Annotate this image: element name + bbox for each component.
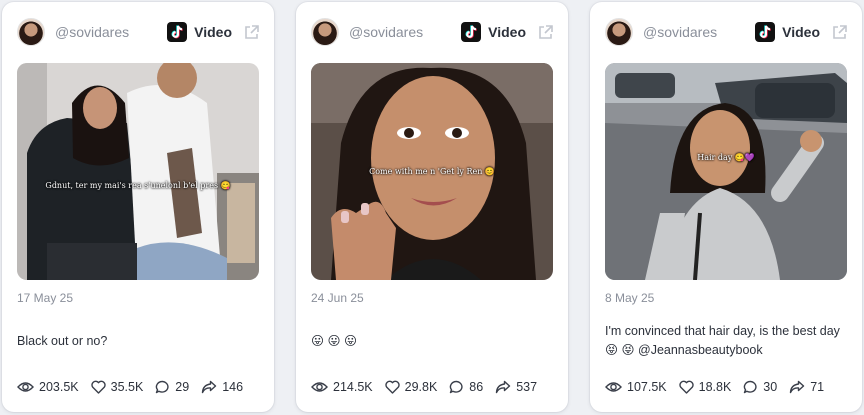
tiktok-icon [755, 22, 776, 42]
views-stat: 107.5K [605, 380, 667, 394]
video-text-overlay: Come with me n 'Get ly Ren 😊 [369, 167, 495, 176]
post-date: 24 Jun 25 [311, 291, 364, 305]
comment-icon [450, 380, 463, 394]
comment-icon [156, 380, 169, 394]
comments-count: 86 [469, 380, 484, 394]
external-link-icon[interactable] [536, 23, 554, 41]
shares-count: 71 [810, 380, 825, 394]
eye-icon [17, 382, 34, 392]
likes-stat: 18.8K [678, 380, 732, 394]
heart-icon [90, 380, 106, 394]
avatar[interactable] [17, 18, 45, 46]
post-card[interactable]: @sovidares Video Hair day 😋💜 8 May 25 I' [590, 2, 862, 412]
comment-icon [744, 380, 757, 394]
card-header: @sovidares Video [17, 17, 260, 47]
likes-stat: 35.5K [90, 380, 144, 394]
shares-stat: 146 [201, 380, 243, 394]
views-stat: 214.5K [311, 380, 373, 394]
share-icon [202, 380, 217, 394]
shares-stat: 537 [495, 380, 537, 394]
tiktok-icon [167, 22, 188, 42]
post-caption: I'm convinced that hair day, is the best… [605, 324, 840, 357]
post-stats: 107.5K 18.8K 30 71 [605, 378, 836, 396]
likes-count: 29.8K [404, 380, 438, 394]
video-text-overlay: Gdnut, ter my mai's rea s'unelonl b'el p… [45, 181, 231, 190]
views-stat: 203.5K [17, 380, 79, 394]
heart-icon [678, 380, 694, 394]
post-date: 17 May 25 [17, 291, 74, 305]
platform-label: Video [782, 24, 820, 40]
post-caption: Black out or no? [17, 334, 108, 348]
video-thumbnail[interactable]: Come with me n 'Get ly Ren 😊 [311, 63, 553, 280]
post-card[interactable]: @sovidares Video Come with me n 'Get ly … [296, 2, 568, 412]
shares-count: 537 [516, 380, 538, 394]
likes-stat: 29.8K [384, 380, 438, 394]
card-header: @sovidares Video [605, 17, 848, 47]
video-thumbnail[interactable]: Hair day 😋💜 [605, 63, 847, 280]
post-card[interactable]: @sovidares Video Gdnut, ter my mai's rea… [2, 2, 274, 412]
thumbnail-image [17, 63, 259, 280]
avatar[interactable] [311, 18, 339, 46]
eye-icon [311, 382, 328, 392]
comments-count: 30 [763, 380, 778, 394]
video-thumbnail[interactable]: Gdnut, ter my mai's rea s'unelonl b'el p… [17, 63, 259, 280]
author-handle[interactable]: @sovidares [55, 24, 167, 40]
post-caption: 😛 😛 😛 [311, 334, 358, 348]
external-link-icon[interactable] [830, 23, 848, 41]
video-text-overlay: Hair day 😋💜 [697, 153, 755, 162]
heart-icon [384, 380, 400, 394]
card-header: @sovidares Video [311, 17, 554, 47]
external-link-icon[interactable] [242, 23, 260, 41]
shares-stat: 71 [789, 380, 824, 394]
platform-label: Video [194, 24, 232, 40]
comments-stat: 30 [743, 380, 777, 394]
likes-count: 18.8K [698, 380, 732, 394]
author-handle[interactable]: @sovidares [643, 24, 755, 40]
comments-stat: 86 [449, 380, 483, 394]
author-handle[interactable]: @sovidares [349, 24, 461, 40]
post-stats: 214.5K 29.8K 86 537 [311, 378, 549, 396]
likes-count: 35.5K [110, 380, 144, 394]
views-count: 203.5K [39, 380, 79, 394]
eye-icon [605, 382, 622, 392]
share-icon [496, 380, 511, 394]
views-count: 214.5K [333, 380, 373, 394]
thumbnail-image [605, 63, 847, 280]
comments-count: 29 [175, 380, 190, 394]
share-icon [790, 380, 805, 394]
platform-label: Video [488, 24, 526, 40]
comments-stat: 29 [155, 380, 189, 394]
avatar[interactable] [605, 18, 633, 46]
post-stats: 203.5K 35.5K 29 146 [17, 378, 255, 396]
views-count: 107.5K [627, 380, 667, 394]
tiktok-icon [461, 22, 482, 42]
shares-count: 146 [222, 380, 244, 394]
post-date: 8 May 25 [605, 291, 655, 305]
